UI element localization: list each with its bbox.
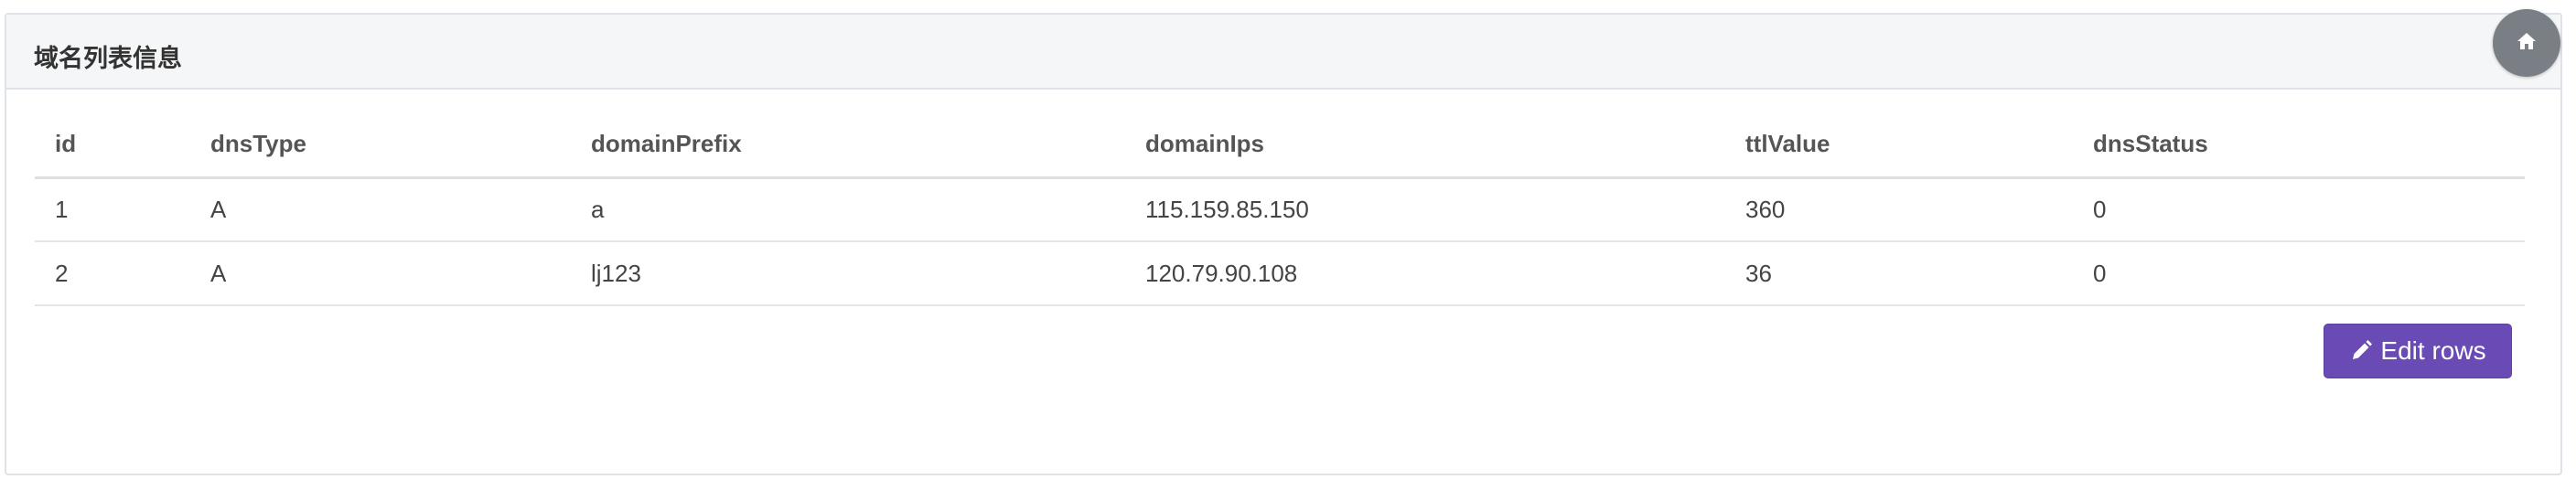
column-header-ttlvalue[interactable]: ttlValue <box>1725 112 2073 179</box>
panel-title: 域名列表信息 <box>34 45 182 73</box>
column-header-id[interactable]: id <box>35 112 190 179</box>
cell-domainips: 120.79.90.108 <box>1125 241 1725 306</box>
cell-dnsstatus: 0 <box>2073 241 2525 306</box>
cell-ttlvalue: 360 <box>1725 177 2073 242</box>
home-button[interactable] <box>2493 9 2560 77</box>
pencil-icon <box>2349 339 2373 363</box>
cell-id: 1 <box>35 177 190 242</box>
column-header-dnstype[interactable]: dnsType <box>190 112 571 179</box>
cell-ttlvalue: 36 <box>1725 241 2073 306</box>
home-icon <box>2517 32 2537 55</box>
edit-rows-label: Edit rows <box>2380 336 2486 365</box>
table-row[interactable]: 2 A lj123 120.79.90.108 36 0 <box>35 241 2525 306</box>
cell-domainprefix: lj123 <box>571 241 1125 306</box>
table-row[interactable]: 1 A a 115.159.85.150 360 0 <box>35 177 2525 242</box>
domain-table: id dnsType domainPrefix domainIps ttlVal… <box>35 112 2525 306</box>
cell-domainprefix: a <box>571 177 1125 242</box>
table-header-row: id dnsType domainPrefix domainIps ttlVal… <box>35 112 2525 179</box>
cell-id: 2 <box>35 241 190 306</box>
column-header-dnsstatus[interactable]: dnsStatus <box>2073 112 2525 179</box>
cell-dnsstatus: 0 <box>2073 177 2525 242</box>
panel-heading: 域名列表信息 <box>6 15 2560 90</box>
column-header-domainips[interactable]: domainIps <box>1125 112 1725 179</box>
cell-dnstype: A <box>190 241 571 306</box>
domain-table-wrap: id dnsType domainPrefix domainIps ttlVal… <box>35 112 2525 306</box>
cell-domainips: 115.159.85.150 <box>1125 177 1725 242</box>
edit-rows-button[interactable]: Edit rows <box>2324 324 2512 378</box>
cell-dnstype: A <box>190 177 571 242</box>
column-header-domainprefix[interactable]: domainPrefix <box>571 112 1125 179</box>
